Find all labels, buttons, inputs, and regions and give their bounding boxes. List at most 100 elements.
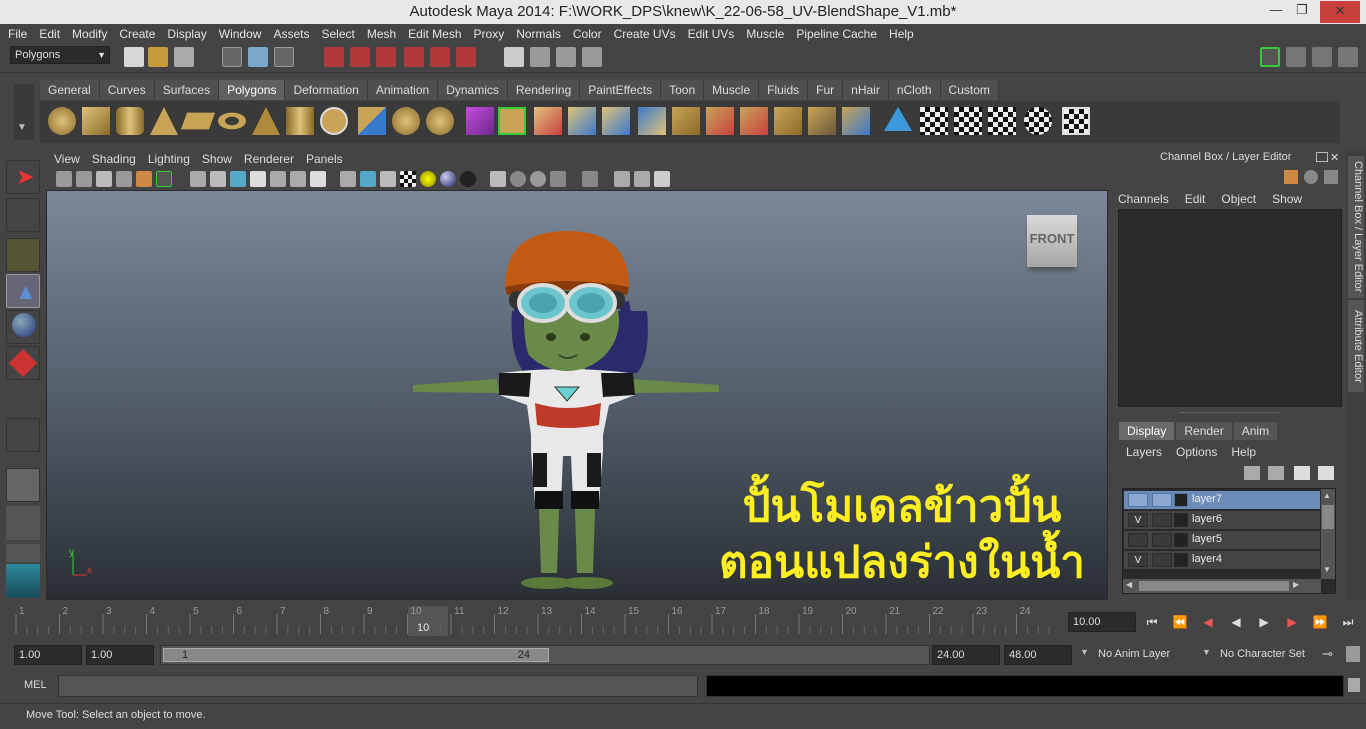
uv-unfold-icon[interactable] <box>988 107 1016 135</box>
mel-input[interactable] <box>58 675 698 697</box>
layer-visibility-toggle[interactable]: V <box>1128 513 1148 527</box>
layout-icons[interactable] <box>6 506 40 540</box>
move-tool-icon[interactable]: ▲ <box>6 274 40 308</box>
tab-animation[interactable]: Animation <box>367 80 439 100</box>
layer-color-swatch[interactable] <box>1174 493 1188 507</box>
viewport-3d[interactable]: y x FRONT ปั้นโมเดลข้าวปั้น ตอนแปลงร่างใ… <box>46 190 1108 600</box>
menu-color[interactable]: Color <box>569 27 610 41</box>
layer-menu-layers[interactable]: Layers <box>1126 445 1162 459</box>
layer-type-toggle[interactable] <box>1152 513 1172 527</box>
end-time-field[interactable]: 48.00 <box>1004 645 1072 665</box>
poly-sphere-icon[interactable] <box>48 107 76 135</box>
attribute-editor-toggle-icon[interactable] <box>1286 47 1306 67</box>
sculpt-geometry-icon[interactable] <box>706 107 734 135</box>
step-back-key-icon[interactable]: ⏪ <box>1170 614 1190 630</box>
layer-type-toggle[interactable] <box>1152 533 1172 547</box>
scroll-right-icon[interactable]: ▶ <box>1293 580 1299 589</box>
tab-custom[interactable]: Custom <box>940 80 999 100</box>
minimize-icon[interactable]: — <box>1264 0 1288 22</box>
step-back-frame-icon[interactable]: ◀ <box>1198 614 1218 630</box>
menu-pipeline-cache[interactable]: Pipeline Cache <box>792 27 885 41</box>
viewport-menu-lighting[interactable]: Lighting <box>144 152 198 166</box>
poly-pipe-icon[interactable] <box>286 107 314 135</box>
playback-end-field[interactable]: 24.00 <box>932 645 1000 665</box>
planar-mapping-icon[interactable] <box>842 107 870 135</box>
smooth-icon[interactable] <box>426 107 454 135</box>
camera-attributes-icon[interactable] <box>76 171 92 187</box>
snap-grid-icon[interactable] <box>324 47 344 67</box>
wireframe-on-shaded-icon[interactable] <box>380 171 396 187</box>
auto-key-icon[interactable]: ⊸ <box>1322 646 1333 662</box>
layer-menu-options[interactable]: Options <box>1176 445 1217 459</box>
menu-modify[interactable]: Modify <box>68 27 115 41</box>
extrude-icon[interactable] <box>498 107 526 135</box>
cb-menu-channels[interactable]: Channels <box>1118 192 1169 206</box>
xray-joints-icon[interactable] <box>614 171 630 187</box>
layer-scrollbar-vertical[interactable]: ▲ ▼ <box>1321 489 1335 579</box>
tab-channel-box[interactable]: Channel Box / Layer Editor <box>1348 156 1364 298</box>
motion-blur-icon[interactable] <box>510 171 526 187</box>
separate-icon[interactable] <box>392 107 420 135</box>
cb-menu-edit[interactable]: Edit <box>1185 192 1206 206</box>
2d-pan-zoom-icon[interactable] <box>136 171 152 187</box>
shadows-icon[interactable] <box>440 171 456 187</box>
float-panel-icon[interactable] <box>1316 152 1328 162</box>
shelf-menu-icon[interactable]: ▼ <box>14 84 34 140</box>
layer-color-swatch[interactable] <box>1174 533 1188 547</box>
poly-torus-icon[interactable] <box>218 112 246 130</box>
screen-space-ao-icon[interactable] <box>460 171 476 187</box>
viewport-menu-renderer[interactable]: Renderer <box>240 152 302 166</box>
uv-layout-icon[interactable] <box>954 107 982 135</box>
layer-color-swatch[interactable] <box>1174 553 1188 567</box>
tab-attribute-editor[interactable]: Attribute Editor <box>1348 300 1364 392</box>
cylindrical-mapping-icon[interactable] <box>884 107 912 131</box>
viewport-menu-panels[interactable]: Panels <box>302 152 351 166</box>
close-icon[interactable]: ✕ <box>1320 1 1360 23</box>
play-backwards-icon[interactable]: ◀ <box>1226 614 1246 630</box>
layer-type-toggle[interactable] <box>1152 493 1172 507</box>
tab-nhair[interactable]: nHair <box>843 80 889 100</box>
smooth-shade-icon[interactable] <box>360 171 376 187</box>
multisample-aa-icon[interactable] <box>530 171 546 187</box>
append-polygon-icon[interactable] <box>568 107 596 135</box>
close-panel-icon[interactable]: ✕ <box>1330 151 1339 164</box>
play-forwards-icon[interactable]: ▶ <box>1254 614 1274 630</box>
last-used-tool-icon[interactable] <box>6 468 40 502</box>
tab-render[interactable]: Render <box>1176 422 1232 440</box>
field-chart-icon[interactable] <box>270 171 286 187</box>
snap-view-plane-icon[interactable] <box>404 47 424 67</box>
range-slider[interactable]: 1 24 <box>160 645 930 665</box>
character-set-dropdown[interactable]: No Character Set <box>1216 645 1320 665</box>
tab-anim[interactable]: Anim <box>1233 422 1278 440</box>
tab-muscle[interactable]: Muscle <box>704 80 760 100</box>
xray-icon[interactable] <box>582 171 598 187</box>
camera-settings-icon[interactable] <box>654 171 670 187</box>
grease-pencil-icon[interactable] <box>156 171 172 187</box>
poly-pyramid-icon[interactable] <box>252 107 280 135</box>
manipulator-icon[interactable] <box>1284 170 1298 184</box>
channel-box-toggle-icon[interactable] <box>1338 47 1358 67</box>
layer-row[interactable]: V layer6 <box>1124 511 1320 529</box>
tab-painteffects[interactable]: PaintEffects <box>580 80 662 100</box>
tool-settings-toggle-icon[interactable] <box>1312 47 1332 67</box>
wireframe-icon[interactable] <box>340 171 356 187</box>
tab-ncloth[interactable]: nCloth <box>888 80 941 100</box>
menu-mesh[interactable]: Mesh <box>363 27 404 41</box>
layer-menu-help[interactable]: Help <box>1231 445 1256 459</box>
viewport-menu-view[interactable]: View <box>50 152 88 166</box>
menu-create[interactable]: Create <box>115 27 163 41</box>
splitter-handle[interactable] <box>1180 412 1280 415</box>
go-to-end-icon[interactable]: ⏭ <box>1338 614 1358 630</box>
gate-mask-icon[interactable] <box>250 171 266 187</box>
layer-visibility-toggle[interactable] <box>1128 533 1148 547</box>
render-view-icon[interactable] <box>504 47 524 67</box>
menu-create-uvs[interactable]: Create UVs <box>610 27 684 41</box>
menu-file[interactable]: File <box>4 27 35 41</box>
tab-rendering[interactable]: Rendering <box>507 80 581 100</box>
cb-menu-show[interactable]: Show <box>1272 192 1302 206</box>
open-scene-icon[interactable] <box>148 47 168 67</box>
mel-label[interactable]: MEL <box>24 679 47 691</box>
safe-action-icon[interactable] <box>290 171 306 187</box>
paint-select-tool-icon[interactable] <box>6 238 40 272</box>
menu-muscle[interactable]: Muscle <box>742 27 792 41</box>
